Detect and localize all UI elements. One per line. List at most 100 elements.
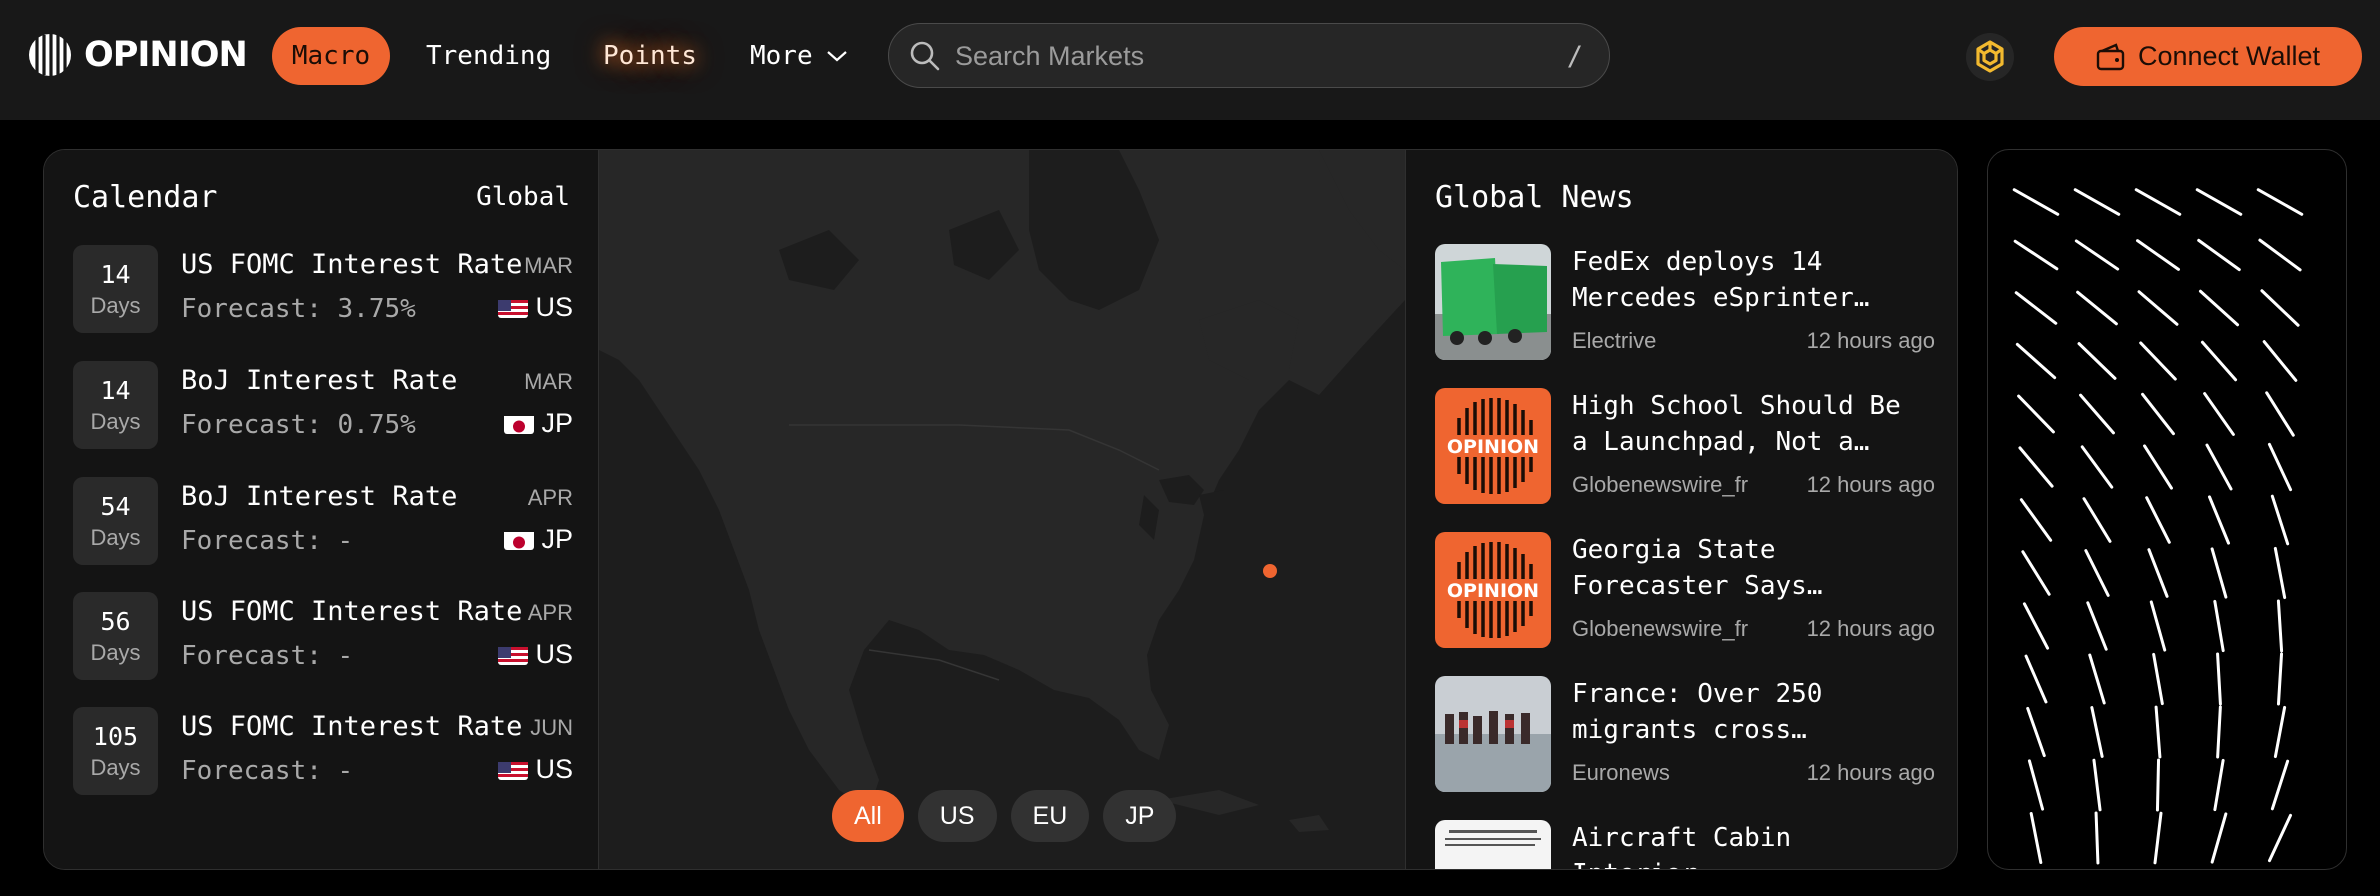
event-month: APR [527, 485, 573, 510]
pattern-dash [2082, 497, 2112, 543]
pattern-dash [2094, 811, 2100, 865]
pattern-dash [2203, 392, 2235, 436]
pattern-dash [2080, 445, 2114, 489]
calendar-title: Calendar [73, 180, 218, 215]
top-navigation-bar: OPINION Macro Trending Points More Searc… [0, 0, 2380, 120]
news-item[interactable]: FedEx deploys 14 Mercedes eSprinter vans… [1435, 244, 1935, 360]
pattern-dash [2207, 495, 2231, 545]
event-country: US [498, 754, 573, 785]
jp-flag-icon [504, 413, 535, 434]
chevron-down-icon [826, 51, 847, 62]
pattern-dash [2216, 705, 2222, 759]
pattern-dash [2134, 188, 2182, 216]
search-bar[interactable]: Search Markets / [888, 23, 1610, 88]
nav-more-label: More [750, 41, 813, 71]
nav-macro[interactable]: Macro [272, 27, 390, 85]
thumb-logo-text: OPINION [1447, 580, 1539, 602]
opinion-logo-thumbnail: OPINION [1435, 532, 1551, 648]
days-countdown: 14 Days [73, 361, 158, 449]
connect-wallet-button[interactable]: Connect Wallet [2054, 27, 2362, 86]
pattern-dash [2073, 188, 2121, 216]
pattern-dash [2198, 289, 2240, 327]
thumb-logo-text: OPINION [1447, 436, 1539, 458]
calendar-scope-selector[interactable]: Global [476, 182, 570, 212]
news-source: Globenewswire_fr [1572, 472, 1749, 497]
opinion-logo-thumbnail: OPINION [1435, 388, 1551, 504]
global-news-section: Global News FedEx deploys 14 Mercedes eS… [1405, 150, 1957, 869]
news-item[interactable]: OPINION High School Should Be a Launchpa… [1435, 388, 1935, 504]
country-code: JP [541, 524, 573, 554]
news-source: Electrive [1572, 328, 1657, 353]
calendar-event[interactable]: 14 Days BoJ Interest Rate Forecast: 0.75… [73, 361, 573, 449]
region-filter-group: All US EU JP [832, 790, 1177, 842]
pattern-dash [2076, 290, 2118, 326]
pattern-dash [2014, 291, 2058, 325]
news-headline: FedEx deploys 14 Mercedes eSprinter vans… [1572, 247, 1854, 313]
event-country: JP [504, 524, 573, 555]
filter-chip-all[interactable]: All [832, 790, 904, 842]
bnb-chain-icon[interactable] [1966, 33, 2014, 81]
event-forecast: Forecast: 3.75% [181, 294, 416, 324]
calendar-event[interactable]: 54 Days BoJ Interest Rate Forecast: - AP… [73, 477, 573, 565]
news-time: 12 hours ago [1806, 760, 1935, 785]
pattern-dash [2024, 654, 2048, 704]
pattern-dash [2139, 341, 2177, 381]
filter-chip-eu[interactable]: EU [1010, 790, 1090, 842]
days-countdown: 14 Days [73, 245, 158, 333]
pattern-dash [2152, 652, 2164, 706]
news-thumbnail [1435, 676, 1551, 792]
news-headline: Georgia State Forecaster Says Notwithsta… [1572, 535, 1807, 601]
country-code: US [535, 754, 573, 784]
event-name: US FOMC Interest Rate [181, 711, 523, 742]
news-item[interactable]: OPINION Georgia State Forecaster Says No… [1435, 532, 1935, 648]
event-country: US [498, 292, 573, 323]
event-name: US FOMC Interest Rate [181, 249, 523, 280]
pattern-dash [2079, 393, 2115, 435]
pattern-dash [2149, 600, 2167, 652]
us-flag-icon [498, 644, 529, 665]
news-source: Euronews [1572, 760, 1670, 785]
pattern-dash [2195, 188, 2243, 216]
pattern-dash [2270, 759, 2290, 811]
pattern-dash [2029, 811, 2043, 865]
nav-more-dropdown[interactable]: More [750, 27, 849, 85]
pattern-dash [2013, 239, 2059, 271]
world-map[interactable]: All US EU JP [599, 150, 1405, 869]
days-label: Days [90, 640, 141, 665]
pattern-dash [2077, 342, 2117, 380]
event-name: US FOMC Interest Rate [181, 596, 523, 627]
news-time: 12 hours ago [1806, 328, 1935, 353]
event-name: BoJ Interest Rate [181, 481, 458, 512]
filter-chip-jp[interactable]: JP [1103, 790, 1177, 842]
pattern-dash [2015, 342, 2057, 380]
news-thumbnail [1435, 820, 1551, 869]
news-item[interactable]: France: Over 250 migrants cross Channel…… [1435, 676, 1935, 792]
days-number: 105 [92, 722, 139, 751]
calendar-event[interactable]: 56 Days US FOMC Interest Rate Forecast: … [73, 592, 573, 680]
news-time: 12 hours ago [1806, 616, 1935, 641]
days-number: 14 [100, 376, 131, 405]
calendar-event[interactable]: 14 Days US FOMC Interest Rate Forecast: … [73, 245, 573, 333]
search-icon [910, 41, 940, 71]
search-input[interactable]: Search Markets [955, 41, 1144, 72]
country-code: US [535, 639, 573, 669]
pattern-dash [2090, 706, 2104, 758]
nav-trending[interactable]: Trending [426, 27, 551, 85]
news-item[interactable]: Aircraft Cabin Interior… [1435, 820, 1935, 869]
pattern-dash [2012, 188, 2060, 216]
pattern-dash [2276, 599, 2284, 653]
days-label: Days [90, 755, 141, 780]
filter-chip-us[interactable]: US [917, 790, 997, 842]
days-number: 56 [100, 607, 131, 636]
pattern-dash [2273, 546, 2287, 600]
promo-banner[interactable] [1987, 149, 2347, 870]
nav-points[interactable]: Points [603, 27, 697, 85]
calendar-event[interactable]: 105 Days US FOMC Interest Rate Forecast:… [73, 707, 573, 795]
event-month: APR [527, 600, 573, 625]
event-forecast: Forecast: - [181, 756, 354, 786]
wallet-icon [2096, 42, 2125, 70]
brand-logo[interactable]: OPINION [28, 32, 248, 78]
pattern-dash [2136, 239, 2180, 271]
news-headline: High School Should Be a Launchpad, Not a… [1572, 391, 1901, 457]
news-source: Globenewswire_fr [1572, 616, 1749, 641]
